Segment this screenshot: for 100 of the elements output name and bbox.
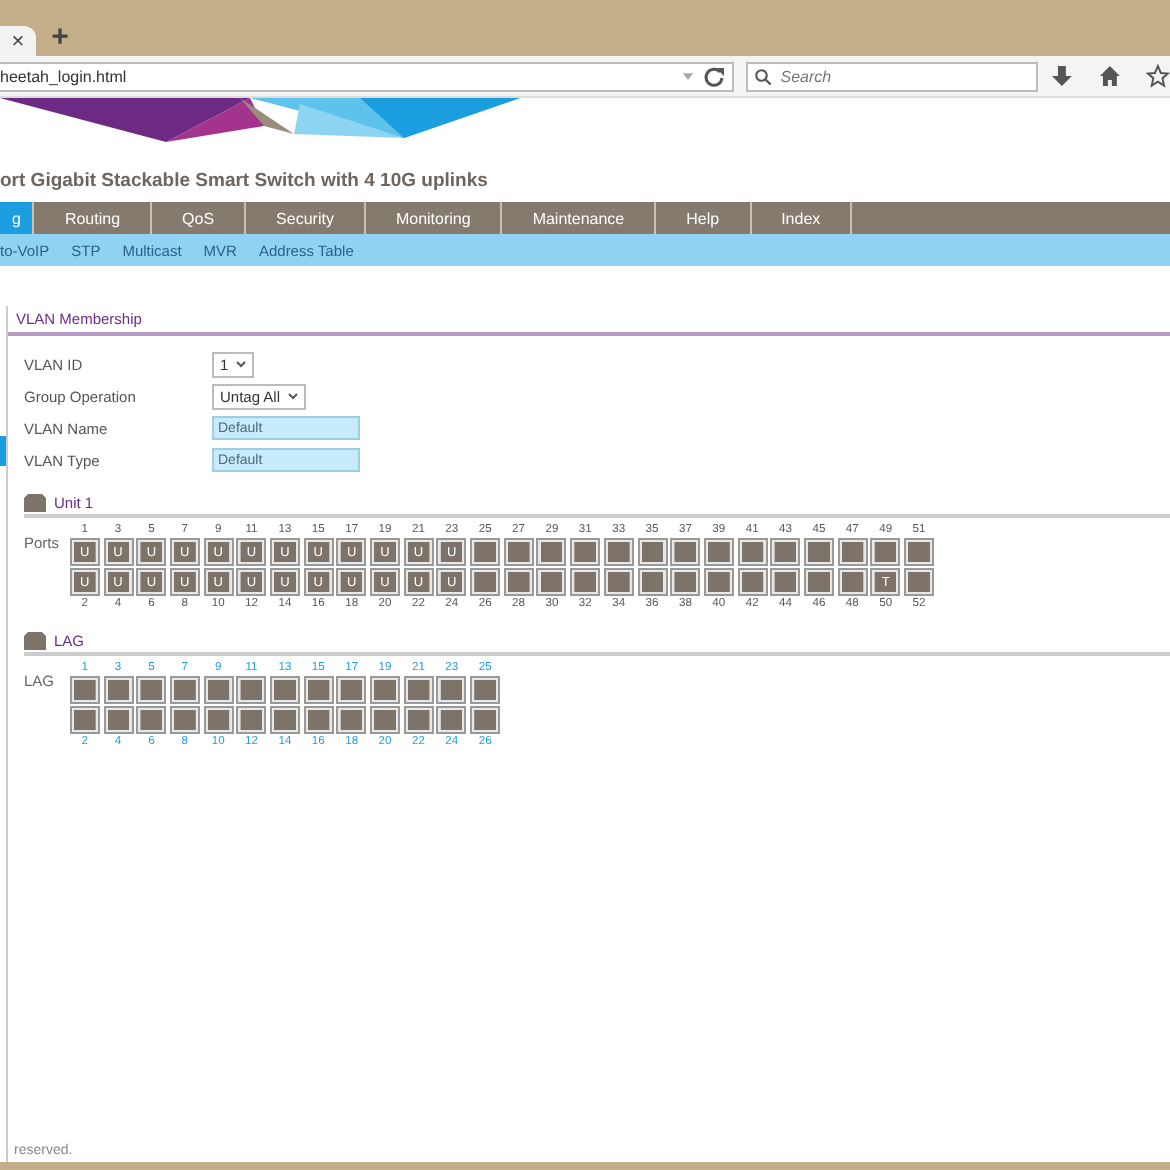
download-icon[interactable] — [1050, 64, 1075, 88]
port-jack — [207, 680, 230, 700]
port-socket[interactable] — [470, 706, 501, 734]
port-jack — [641, 572, 664, 592]
port-jack — [240, 710, 263, 730]
port-socket[interactable] — [670, 538, 701, 566]
port-socket[interactable] — [69, 706, 100, 734]
home-icon[interactable] — [1098, 64, 1123, 88]
port-jack — [173, 710, 196, 730]
port-jack — [507, 572, 530, 592]
reload-icon[interactable] — [702, 64, 727, 88]
port-socket[interactable] — [837, 568, 868, 596]
port-jack — [440, 680, 463, 700]
port-socket[interactable] — [737, 538, 768, 566]
port-socket[interactable] — [904, 538, 935, 566]
port-jack — [240, 680, 263, 700]
port-jack — [140, 680, 163, 700]
port-socket[interactable] — [703, 538, 734, 566]
port-socket[interactable] — [303, 676, 334, 704]
port-socket[interactable] — [837, 538, 868, 566]
port-jack — [741, 542, 764, 562]
port-socket[interactable] — [503, 568, 534, 596]
port-icon — [24, 494, 46, 512]
port-jack — [574, 572, 597, 592]
port-jack — [641, 542, 664, 562]
port-socket[interactable] — [403, 706, 434, 734]
port-icon — [24, 632, 46, 650]
port-socket[interactable] — [703, 568, 734, 596]
port-jack — [674, 542, 697, 562]
port-socket[interactable] — [436, 706, 467, 734]
search-field[interactable]: Search — [746, 61, 1039, 91]
port-socket[interactable] — [303, 706, 334, 734]
port-jack — [807, 572, 830, 592]
port-socket[interactable] — [770, 538, 801, 566]
port-jack — [474, 572, 497, 592]
port-socket[interactable] — [470, 676, 501, 704]
port-jack — [173, 680, 196, 700]
port-jack — [207, 710, 230, 730]
port-jack — [874, 542, 897, 562]
port-jack — [507, 542, 530, 562]
port-jack — [107, 680, 130, 700]
port-socket[interactable] — [136, 676, 167, 704]
address-bar[interactable]: heetah_login.html — [0, 61, 735, 91]
port-jack — [807, 542, 830, 562]
port-socket[interactable] — [536, 568, 567, 596]
port-jack — [374, 710, 397, 730]
port-socket[interactable] — [470, 568, 501, 596]
port-socket[interactable] — [169, 706, 200, 734]
port-socket[interactable] — [370, 706, 401, 734]
port-socket[interactable] — [269, 676, 300, 704]
port-socket[interactable] — [737, 568, 768, 596]
port-socket[interactable] — [169, 676, 200, 704]
port-socket[interactable] — [904, 568, 935, 596]
port-socket[interactable] — [136, 706, 167, 734]
port-socket[interactable] — [536, 538, 567, 566]
port-jack — [540, 542, 563, 562]
port-jack — [540, 572, 563, 592]
port-socket[interactable] — [370, 676, 401, 704]
port-socket[interactable] — [670, 568, 701, 596]
port-socket[interactable] — [103, 706, 134, 734]
port-socket[interactable] — [403, 676, 434, 704]
port-socket[interactable] — [336, 706, 367, 734]
port-socket[interactable] — [103, 676, 134, 704]
port-socket[interactable] — [603, 568, 634, 596]
port-socket[interactable] — [803, 568, 834, 596]
port-socket[interactable] — [637, 568, 668, 596]
port-jack — [140, 710, 163, 730]
port-socket[interactable] — [570, 568, 601, 596]
port-socket[interactable] — [69, 676, 100, 704]
port-socket[interactable] — [336, 676, 367, 704]
port-socket[interactable] — [436, 676, 467, 704]
port-jack — [707, 572, 730, 592]
port-socket[interactable] — [470, 538, 501, 566]
port-socket[interactable] — [236, 706, 267, 734]
port-socket[interactable] — [570, 538, 601, 566]
port-socket[interactable] — [236, 676, 267, 704]
port-socket[interactable] — [203, 706, 234, 734]
port-jack — [440, 710, 463, 730]
port-socket[interactable] — [870, 538, 901, 566]
nav-tab[interactable]: g — [0, 202, 35, 234]
port-jack — [474, 542, 497, 562]
port-socket[interactable] — [637, 538, 668, 566]
port-jack — [607, 572, 630, 592]
close-tab-button[interactable]: × — [0, 26, 36, 56]
port-socket[interactable] — [603, 538, 634, 566]
port-socket[interactable] — [770, 568, 801, 596]
port-socket[interactable] — [503, 538, 534, 566]
port-jack — [474, 710, 497, 730]
port-socket[interactable] — [203, 676, 234, 704]
port-jack — [841, 572, 864, 592]
port-jack — [340, 680, 363, 700]
new-tab-button[interactable]: + — [40, 16, 80, 56]
port-jack — [707, 542, 730, 562]
port-jack — [73, 710, 96, 730]
port-jack — [841, 542, 864, 562]
port-socket[interactable] — [269, 706, 300, 734]
port-jack — [774, 542, 797, 562]
caret-icon — [236, 360, 247, 368]
port-socket[interactable] — [803, 538, 834, 566]
star-icon[interactable] — [1146, 64, 1170, 88]
